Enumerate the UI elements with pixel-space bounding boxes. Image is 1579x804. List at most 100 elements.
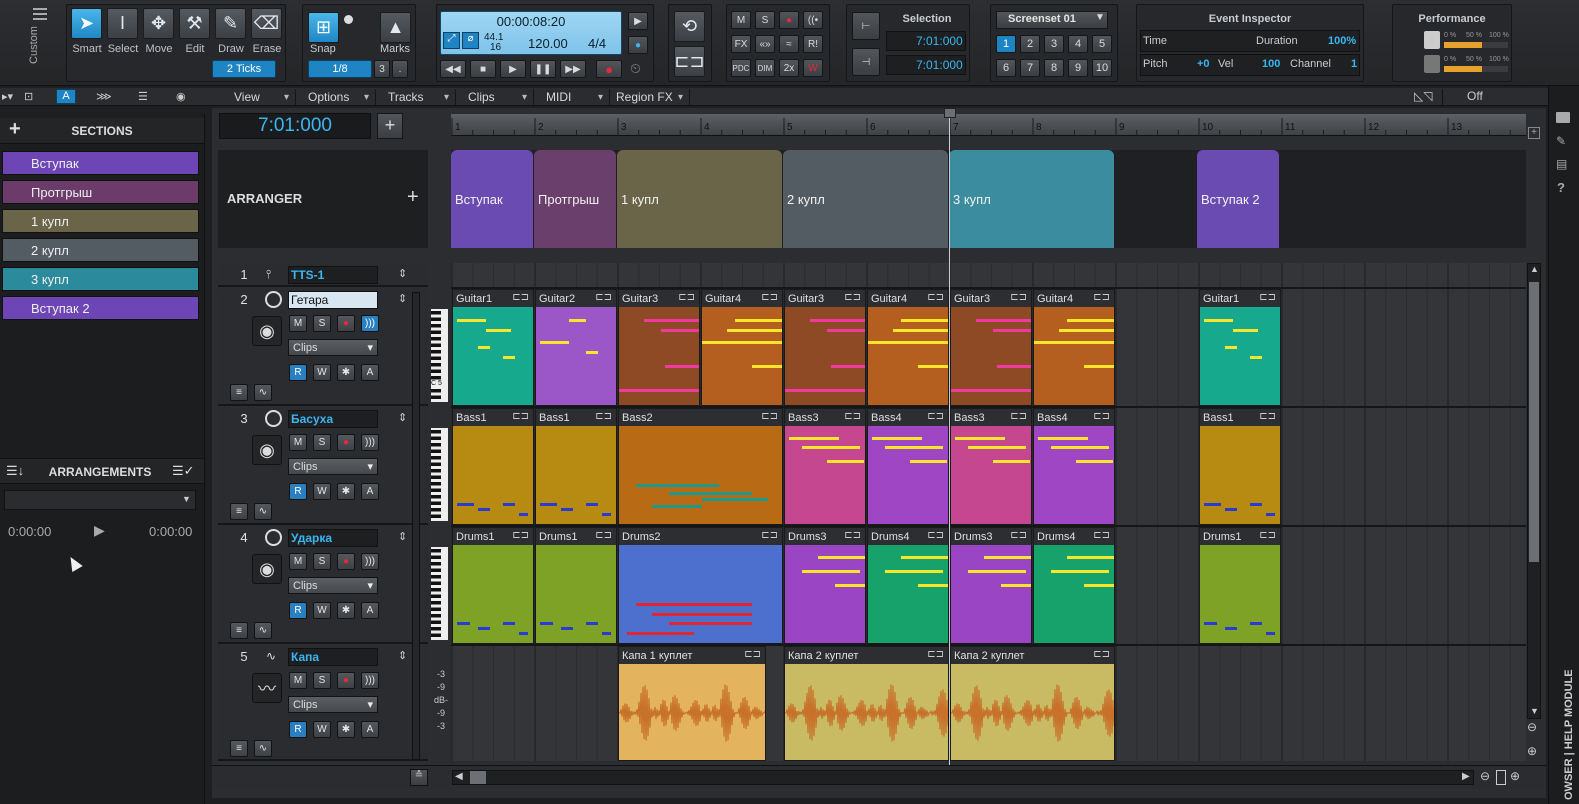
clip[interactable]: Bass1 ⊏⊐	[1199, 408, 1281, 525]
custom-label[interactable]: Custom	[28, 20, 40, 70]
clip-menu-icon[interactable]: ⊏⊐	[927, 530, 944, 541]
mute-button[interactable]: M	[289, 672, 307, 689]
screenset-5[interactable]: 5	[1092, 35, 1112, 53]
clip[interactable]: Bass4 ⊏⊐	[1033, 408, 1115, 525]
read-automation-button[interactable]: R	[289, 364, 307, 381]
rewind-button[interactable]: ◀◀	[440, 60, 466, 78]
clip-header[interactable]: Bass4 ⊏⊐	[1034, 409, 1114, 426]
clip[interactable]: Guitar1 ⊏⊐	[1199, 289, 1281, 406]
scroll-left-icon[interactable]: ◀	[455, 771, 463, 782]
v-scroll-thumb[interactable]	[1529, 282, 1539, 562]
input-echo-button[interactable]: )))	[361, 434, 379, 451]
help-dock-icon[interactable]: ?	[1557, 180, 1565, 195]
expand-track-icon[interactable]: ⇕	[398, 267, 407, 280]
fast-forward-button[interactable]: ▶▶	[560, 60, 586, 78]
clip-header[interactable]: Bass1 ⊏⊐	[536, 409, 616, 426]
arrangements-check-icon[interactable]: ☰✓	[172, 463, 195, 479]
track-name[interactable]: Капа	[288, 648, 378, 666]
erase-tool-button[interactable]: ⌫	[251, 8, 282, 39]
clip-header[interactable]: Guitar4 ⊏⊐	[702, 290, 782, 307]
mix-solo-button[interactable]: S	[755, 11, 775, 29]
section-item-3-kupl[interactable]: 3 купл	[2, 267, 199, 291]
archive-button[interactable]: A	[361, 483, 379, 500]
clip-menu-icon[interactable]: ⊏⊐	[927, 411, 944, 422]
sync-icon[interactable]: ⤢	[443, 32, 460, 49]
clip-header[interactable]: Guitar2 ⊏⊐	[536, 290, 616, 307]
clip-menu-icon[interactable]: ⊏⊐	[1259, 530, 1276, 541]
ei-vel-value[interactable]: 100	[1262, 58, 1280, 70]
expand-track-icon[interactable]: ⇕	[398, 530, 407, 543]
clip[interactable]: Drums1 ⊏⊐	[452, 527, 534, 644]
lanes-icon[interactable]: ≡	[230, 622, 248, 639]
menu-view[interactable]: View	[222, 89, 296, 105]
play-small-button[interactable]: ▶	[628, 12, 648, 30]
clip-header[interactable]: Guitar3 ⊏⊐	[619, 290, 699, 307]
clip-menu-icon[interactable]: ⊏⊐	[595, 292, 612, 303]
mix-phase-button[interactable]: «»	[755, 35, 775, 53]
arrangement-select[interactable]	[4, 490, 196, 510]
curve-icon[interactable]: ∿	[254, 740, 272, 757]
section-item-vstupak[interactable]: Вступак	[2, 151, 199, 175]
clip-menu-icon[interactable]: ⊏⊐	[1093, 411, 1110, 422]
clip-menu-icon[interactable]: ⊏⊐	[512, 411, 529, 422]
clip-menu-icon[interactable]: ⊏⊐	[761, 530, 778, 541]
v-scroll-down-icon[interactable]: ▼	[1530, 706, 1539, 716]
menu-midi[interactable]: MIDI	[534, 89, 610, 105]
section-item-1-kupl[interactable]: 1 купл	[2, 209, 199, 233]
screenset-1[interactable]: 1	[996, 35, 1016, 53]
clip[interactable]: Drums1 ⊏⊐	[535, 527, 617, 644]
screenset-2[interactable]: 2	[1020, 35, 1040, 53]
scroll-lock-button[interactable]: ≙	[410, 769, 428, 786]
clip-header[interactable]: Bass1 ⊏⊐	[1200, 409, 1280, 426]
input-echo-button[interactable]: )))	[361, 672, 379, 689]
selection-start-icon[interactable]: ⊢	[852, 12, 880, 40]
mix-2x-button[interactable]: 2x	[779, 59, 799, 77]
clip[interactable]: Drums3 ⊏⊐	[784, 527, 866, 644]
section-item-vstupak-2[interactable]: Вступак 2	[2, 296, 199, 320]
clip[interactable]: Guitar1 ⊏⊐	[452, 289, 534, 406]
lanes-icon[interactable]: ≡	[230, 503, 248, 520]
clip[interactable]: Guitar4 ⊏⊐	[1033, 289, 1115, 406]
archive-button[interactable]: A	[361, 602, 379, 619]
read-automation-button[interactable]: R	[289, 602, 307, 619]
clip[interactable]: Капа 1 куплет ⊏⊐	[618, 646, 766, 761]
expand-track-icon[interactable]: ⇕	[398, 649, 407, 662]
screenset-4[interactable]: 4	[1068, 35, 1088, 53]
read-automation-button[interactable]: R	[289, 721, 307, 738]
expand-icon[interactable]: ▸▾	[2, 90, 13, 103]
clip-header[interactable]: Guitar1 ⊏⊐	[1200, 290, 1280, 307]
solo-button[interactable]: S	[313, 672, 331, 689]
mix-pdc-button[interactable]: PDC	[731, 59, 751, 77]
mix-read-button[interactable]: R!	[803, 35, 823, 53]
add-lane-icon[interactable]: +	[1528, 127, 1540, 139]
track-mode-dropdown[interactable]: Clips	[288, 696, 378, 713]
clip-header[interactable]: Капа 1 куплет ⊏⊐	[619, 647, 765, 664]
pause-button[interactable]: ❚❚	[530, 60, 556, 78]
power-icon[interactable]: ◉	[176, 90, 186, 103]
clip-header[interactable]: Guitar4 ⊏⊐	[1034, 290, 1114, 307]
clip-menu-icon[interactable]: ⊏⊐	[1259, 292, 1276, 303]
clip[interactable]: Drums4 ⊏⊐	[867, 527, 949, 644]
mute-button[interactable]: M	[289, 315, 307, 332]
screenset-3[interactable]: 3	[1044, 35, 1064, 53]
clip-menu-icon[interactable]: ⊏⊐	[844, 411, 861, 422]
write-automation-button[interactable]: W	[313, 483, 331, 500]
now-time-marker[interactable]	[944, 108, 956, 118]
clip[interactable]: Bass4 ⊏⊐	[867, 408, 949, 525]
write-automation-button[interactable]: W	[313, 602, 331, 619]
menu-tracks[interactable]: Tracks	[376, 89, 456, 105]
clip-header[interactable]: Guitar1 ⊏⊐	[453, 290, 533, 307]
metronome-icon[interactable]: ⌀	[462, 32, 479, 49]
clip-menu-icon[interactable]: ⊏⊐	[927, 292, 944, 303]
write-automation-button[interactable]: W	[313, 721, 331, 738]
track-name[interactable]: TTS-1	[288, 266, 378, 284]
track-scrollbar[interactable]	[412, 292, 420, 760]
add-track-button[interactable]: +	[377, 113, 403, 139]
edit-tool-button[interactable]: ⚒	[179, 8, 210, 39]
archive-button[interactable]: A	[361, 721, 379, 738]
freeze-button[interactable]: ✱	[337, 721, 355, 738]
arranger-section-3-kupl[interactable]: 3 купл	[949, 150, 1114, 248]
clip-menu-icon[interactable]: ⊏⊐	[1093, 292, 1110, 303]
mix-wave-button[interactable]: ≈	[779, 35, 799, 53]
clip-header[interactable]: Guitar3 ⊏⊐	[951, 290, 1031, 307]
